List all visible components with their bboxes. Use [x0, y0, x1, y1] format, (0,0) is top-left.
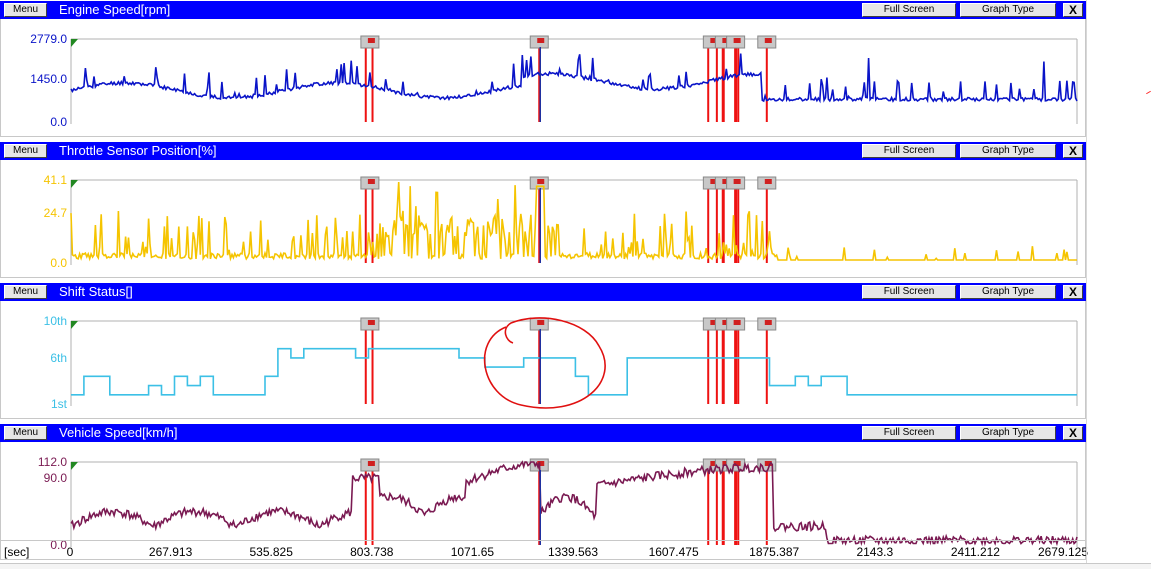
- signal-series-line: [70, 460, 1078, 547]
- menu-button[interactable]: Menu: [4, 3, 47, 17]
- close-panel-button[interactable]: X: [1063, 285, 1083, 299]
- close-panel-button[interactable]: X: [1063, 144, 1083, 158]
- hand-drawn-circle-annotation: [483, 317, 606, 409]
- close-panel-button[interactable]: X: [1063, 426, 1083, 440]
- start-flag-icon: [71, 180, 78, 188]
- panel-title: Throttle Sensor Position[%]: [59, 143, 217, 158]
- event-flag-icon: [360, 176, 380, 190]
- graph-type-button[interactable]: Graph Type: [960, 285, 1056, 299]
- full-screen-button[interactable]: Full Screen: [862, 285, 956, 299]
- event-flag-icon: [529, 176, 549, 190]
- full-screen-button[interactable]: Full Screen: [862, 3, 956, 17]
- start-flag-icon: [71, 462, 78, 470]
- x-tick-label: 1875.387: [749, 545, 800, 559]
- menu-button[interactable]: Menu: [4, 426, 47, 440]
- graph-panel: Menu Shift Status[] Full Screen Graph Type X…: [0, 283, 1086, 424]
- menu-button[interactable]: Menu: [4, 285, 47, 299]
- event-flag-icon: [757, 176, 777, 190]
- plot-area[interactable]: 2779.0 1450.0 0.0: [0, 19, 1086, 137]
- event-flag-icon: [757, 35, 777, 49]
- graph-panel: Menu Engine Speed[rpm] Full Screen Graph Ty…: [0, 1, 1086, 142]
- signal-plot: [70, 317, 1078, 409]
- time-axis-unit: [sec]: [4, 545, 30, 559]
- event-flag-icon: [757, 317, 777, 331]
- event-flag-icon: [726, 35, 746, 49]
- x-tick-label: 2411.212: [950, 545, 1000, 559]
- x-tick-label: 267.913: [148, 545, 193, 559]
- graph-panel: Menu Throttle Sensor Position[%] Full Scre…: [0, 142, 1086, 283]
- x-tick-label: 1071.65: [450, 545, 495, 559]
- graph-type-button[interactable]: Graph Type: [960, 3, 1056, 17]
- panel-title-bar: Menu Engine Speed[rpm] Full Screen Graph Ty…: [0, 1, 1086, 19]
- signal-series-line: [70, 53, 1078, 104]
- panel-title: Engine Speed[rpm]: [59, 2, 171, 17]
- x-tick-label: 2679.125: [1037, 545, 1088, 559]
- graph-type-button[interactable]: Graph Type: [960, 426, 1056, 440]
- plot-area[interactable]: 10th 6th 1st: [0, 301, 1086, 419]
- full-screen-button[interactable]: Full Screen: [862, 144, 956, 158]
- start-flag-icon: [71, 39, 78, 47]
- signal-series-line: [70, 181, 1077, 262]
- menu-button[interactable]: Menu: [4, 144, 47, 158]
- stray-pen-mark: [1146, 90, 1151, 95]
- event-flag-icon: [726, 317, 746, 331]
- x-tick-label: 535.825: [249, 545, 293, 559]
- panel-title: Vehicle Speed[km/h]: [59, 425, 178, 440]
- event-flag-icon: [726, 176, 746, 190]
- horizontal-scrollbar[interactable]: [0, 563, 1151, 569]
- event-flag-icon: [529, 317, 549, 331]
- panel-title: Shift Status[]: [59, 284, 133, 299]
- close-panel-button[interactable]: X: [1063, 3, 1083, 17]
- signal-plot: [70, 35, 1078, 124]
- signal-plot: [70, 176, 1078, 265]
- start-flag-icon: [71, 321, 78, 329]
- event-flag-icon: [360, 317, 380, 331]
- graph-type-button[interactable]: Graph Type: [960, 144, 1056, 158]
- event-flag-icon: [360, 35, 380, 49]
- plot-area[interactable]: 41.1 24.7 0.0: [0, 160, 1086, 278]
- x-tick-label: 2143.3: [856, 545, 894, 559]
- panel-title-bar: Menu Throttle Sensor Position[%] Full Scre…: [0, 142, 1086, 160]
- x-tick-label: 1339.563: [547, 545, 599, 559]
- time-axis: [sec] 0 267.913 535.825 803.738 1071.65 1339.…: [0, 540, 1088, 563]
- event-flag-icon: [529, 35, 549, 49]
- event-flag-icon: [360, 458, 380, 472]
- x-tick-label: 0: [66, 545, 74, 559]
- window-edge: [1086, 0, 1087, 569]
- full-screen-button[interactable]: Full Screen: [862, 426, 956, 440]
- signal-series-line: [71, 347, 1077, 396]
- panel-title-bar: Menu Vehicle Speed[km/h] Full Screen Graph …: [0, 424, 1086, 442]
- x-tick-label: 1607.475: [648, 545, 699, 559]
- x-tick-label: 803.738: [350, 545, 394, 559]
- panel-title-bar: Menu Shift Status[] Full Screen Graph Type X: [0, 283, 1086, 301]
